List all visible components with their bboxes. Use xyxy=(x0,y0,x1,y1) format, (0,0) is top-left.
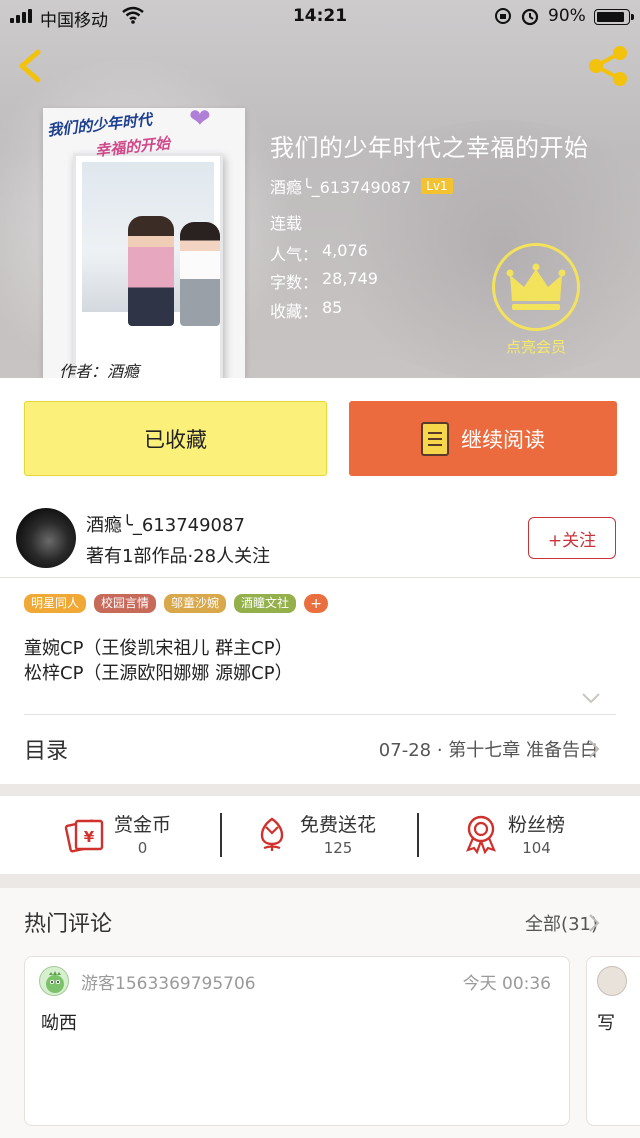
author-name: 酒瘾╰_613749087 xyxy=(270,178,412,197)
comment-time: 今天 00:36 xyxy=(462,974,551,994)
book-header: 中国移动 14:21 90% 我们的少年时代 幸福的开始 ❤ 作者：酒瘾 我们的… xyxy=(0,0,640,378)
book-description: 童婉CP（王俊凯宋祖儿 群主CP） 松梓CP（王源欧阳娜娜 源娜CP） xyxy=(24,636,293,686)
send-flower-button[interactable]: 免费送花 125 xyxy=(254,810,376,857)
stat-word-count: 字数： 28,749 xyxy=(270,269,378,293)
cover-author: 作者：酒瘾 xyxy=(59,362,140,378)
stat-value: 0 xyxy=(137,839,148,857)
dinosaur-avatar-icon xyxy=(46,971,64,993)
stat-value: 125 xyxy=(323,839,353,857)
latest-chapter: 07-28 · 第十七章 准备告白 xyxy=(378,740,598,761)
avatar xyxy=(597,966,627,996)
vip-button[interactable] xyxy=(492,243,580,331)
comment-card[interactable]: 写 xyxy=(586,956,640,1126)
chevron-right-icon xyxy=(589,914,600,932)
flower-icon xyxy=(260,817,284,851)
avatar xyxy=(39,966,69,996)
book-title: 我们的少年时代之幸福的开始 xyxy=(270,134,589,162)
comment-text: 写 xyxy=(597,1013,615,1034)
vip-label: 点亮会员 xyxy=(505,338,566,356)
stat-favorites: 收藏： 85 xyxy=(270,298,342,322)
author-card-name[interactable]: 酒瘾╰_613749087 xyxy=(86,511,245,537)
status-bar: 中国移动 14:21 90% xyxy=(0,0,640,34)
rotation-lock-icon xyxy=(494,7,512,30)
section-gap xyxy=(0,874,640,888)
comment-card[interactable]: 游客1563369795706 今天 00:36 呦西 xyxy=(24,956,570,1126)
stat-label: 收藏： xyxy=(270,302,319,321)
back-button[interactable] xyxy=(10,44,50,88)
divider xyxy=(24,714,616,715)
stat-value: 28,749 xyxy=(322,269,378,288)
battery-icon xyxy=(594,9,634,25)
description-line: 童婉CP（王俊凯宋祖儿 群主CP） xyxy=(24,638,293,659)
share-icon xyxy=(589,46,627,86)
crown-icon xyxy=(506,263,566,310)
continue-reading-button[interactable]: 继续阅读 xyxy=(349,401,617,476)
expand-button[interactable] xyxy=(580,690,602,704)
stat-label: 人气： xyxy=(270,245,319,264)
serial-status: 连载 xyxy=(270,210,302,234)
continue-reading-label: 继续阅读 xyxy=(461,427,545,452)
chevron-left-icon xyxy=(19,49,41,83)
add-tag-button[interactable]: + xyxy=(304,594,329,613)
catalog-title: 目录 xyxy=(24,739,69,764)
tag[interactable]: 酒瞳文社 xyxy=(234,594,297,613)
divider xyxy=(0,577,640,578)
chevron-right-icon xyxy=(589,740,600,758)
clock: 14:21 xyxy=(292,6,348,26)
serial-status-label: 连载 xyxy=(270,214,303,233)
stat-label: 粉丝榜 xyxy=(508,814,566,836)
level-badge: Lv1 xyxy=(421,178,453,194)
red-envelope-icon: ¥ xyxy=(64,819,104,852)
stat-popularity: 人气： 4,076 xyxy=(270,241,368,265)
divider xyxy=(220,813,222,857)
comment-text: 呦西 xyxy=(41,1013,77,1034)
divider xyxy=(417,813,419,857)
medal-icon xyxy=(466,815,496,854)
follow-button[interactable]: +关注 xyxy=(528,517,616,559)
hot-comments-title: 热门评论 xyxy=(24,912,113,937)
svg-text:¥: ¥ xyxy=(84,828,95,846)
stat-value: 4,076 xyxy=(322,241,368,260)
author-avatar[interactable] xyxy=(16,508,76,568)
book-icon xyxy=(421,421,449,456)
comment-user[interactable]: 游客1563369795706 xyxy=(81,969,256,994)
alarm-icon xyxy=(520,6,540,31)
stat-value: 104 xyxy=(522,839,551,857)
stat-label: 赏金币 xyxy=(114,814,172,836)
stat-label: 免费送花 xyxy=(300,814,377,836)
book-author[interactable]: 酒瘾╰_613749087 Lv1 xyxy=(270,174,453,198)
stat-label: 字数： xyxy=(270,273,319,292)
reward-coins-button[interactable]: ¥ 赏金币 0 xyxy=(64,810,171,857)
tag[interactable]: 校园言情 xyxy=(94,594,157,613)
book-cover[interactable]: 我们的少年时代 幸福的开始 ❤ 作者：酒瘾 xyxy=(43,108,245,378)
description-line: 松梓CP（王源欧阳娜娜 源娜CP） xyxy=(24,663,293,684)
stat-value: 85 xyxy=(322,298,343,317)
chevron-down-icon xyxy=(582,693,600,704)
tag[interactable]: 邬童沙婉 xyxy=(164,594,227,613)
collected-button[interactable]: 已收藏 xyxy=(24,401,327,476)
cover-photo-frame xyxy=(73,153,223,378)
section-gap xyxy=(0,784,640,796)
author-summary: 著有1部作品·28人关注 xyxy=(86,546,271,567)
heart-icon: ❤ xyxy=(189,108,211,134)
tag[interactable]: 明星同人 xyxy=(24,594,87,613)
battery-percent: 90% xyxy=(548,6,586,26)
fan-ranking-button[interactable]: 粉丝榜 104 xyxy=(462,810,565,857)
tag-list: 明星同人 校园言情 邬童沙婉 酒瞳文社 + xyxy=(24,594,329,613)
follow-label: +关注 xyxy=(547,530,597,551)
collected-label: 已收藏 xyxy=(144,427,207,452)
share-button[interactable] xyxy=(584,42,632,90)
